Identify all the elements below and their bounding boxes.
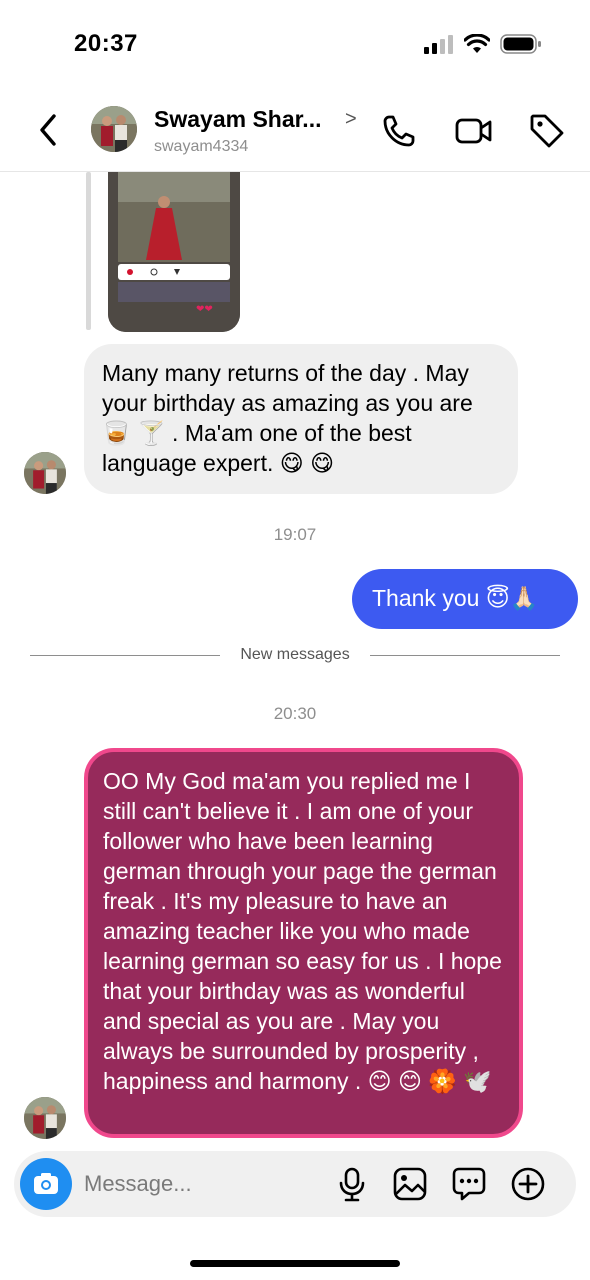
sent-message[interactable]: Thank you 😇🙏🏻 (352, 569, 578, 629)
battery-icon (500, 34, 541, 54)
received-message-highlighted[interactable]: OO My God ma'am you replied me I still c… (84, 748, 523, 1138)
contact-name[interactable]: Swayam Shar... (154, 106, 321, 133)
svg-text:❤❤: ❤❤ (196, 304, 213, 315)
back-arrow-icon[interactable] (34, 112, 64, 148)
avatar-photo-icon (24, 452, 66, 494)
wifi-icon (464, 34, 490, 53)
avatar[interactable] (24, 452, 66, 494)
avatar-photo-icon (24, 1097, 66, 1139)
camera-button[interactable] (20, 1158, 72, 1210)
reply-indicator-bar (86, 172, 91, 330)
message-composer (14, 1151, 576, 1217)
status-time: 20:37 (74, 30, 138, 57)
gallery-icon[interactable] (392, 1166, 428, 1202)
cellular-signal-icon (424, 35, 453, 54)
phone-icon[interactable] (380, 112, 418, 150)
avatar[interactable] (24, 1097, 66, 1139)
chevron-right-icon[interactable]: > (345, 108, 357, 131)
microphone-icon[interactable] (334, 1166, 370, 1202)
avatar[interactable] (91, 106, 137, 152)
status-icons (424, 34, 542, 54)
plus-icon[interactable] (510, 1166, 546, 1202)
shared-post-preview[interactable]: ❤❤ (108, 172, 240, 332)
home-indicator[interactable] (190, 1260, 400, 1267)
message-timestamp: 20:30 (273, 704, 317, 723)
received-message[interactable]: Many many returns of the day . May your … (84, 344, 518, 494)
message-input[interactable] (84, 1167, 314, 1201)
shared-post-image: ❤❤ (108, 172, 240, 332)
chat-header: Swayam Shar... > swayam4334 (0, 96, 590, 172)
contact-username[interactable]: swayam4334 (154, 138, 248, 156)
divider-line (370, 655, 560, 656)
message-timestamp: 19:07 (273, 525, 317, 544)
sticker-icon[interactable] (451, 1166, 487, 1202)
camera-icon (34, 1173, 58, 1194)
video-camera-icon[interactable] (454, 112, 494, 150)
avatar-photo-icon (91, 106, 137, 152)
tag-icon[interactable] (528, 112, 566, 150)
